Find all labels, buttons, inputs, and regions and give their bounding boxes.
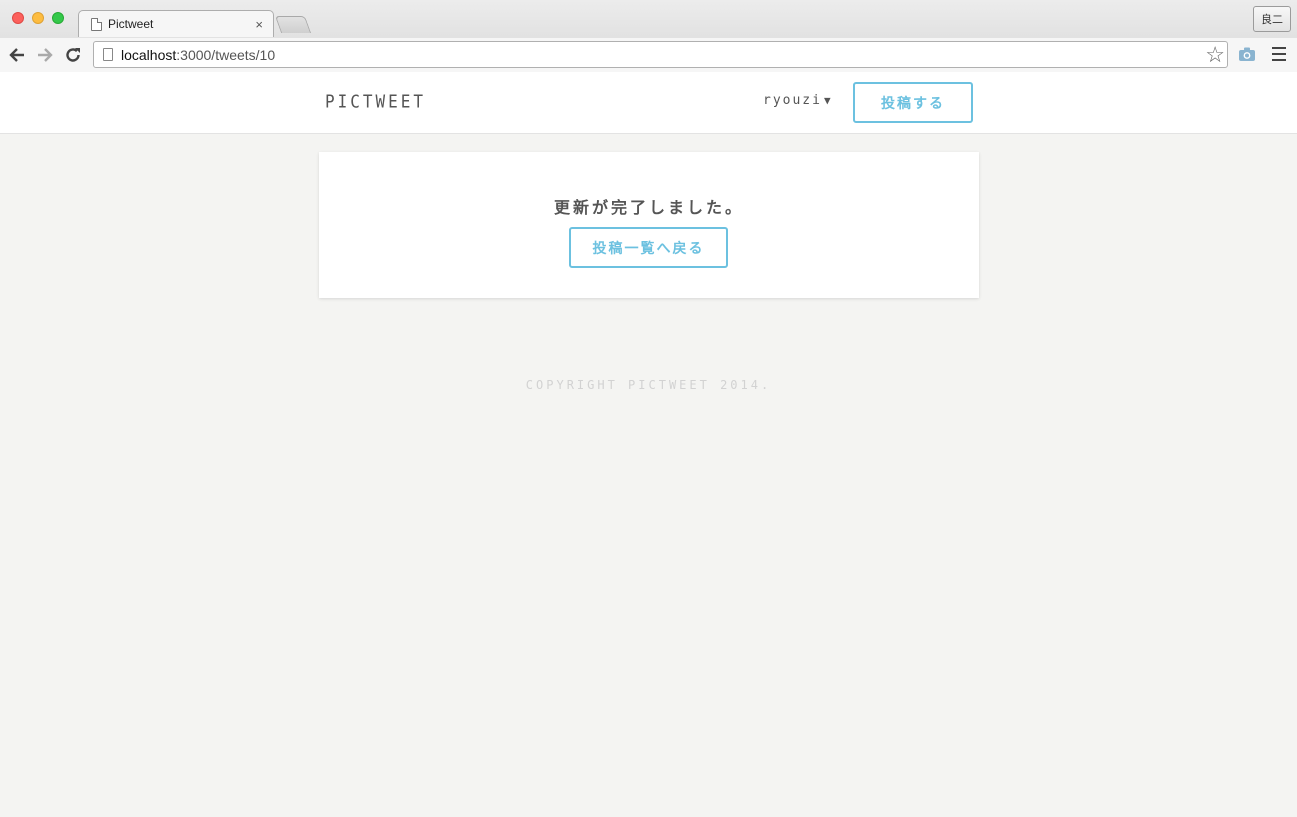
tab-title: Pictweet <box>108 17 154 31</box>
tab-close-icon[interactable]: × <box>255 17 263 32</box>
page-icon <box>103 48 113 61</box>
url-path: :3000/tweets/10 <box>176 46 276 63</box>
new-tab-button[interactable] <box>274 16 312 33</box>
url-host: localhost <box>121 46 177 63</box>
reload-icon[interactable] <box>62 44 84 66</box>
camera-icon[interactable] <box>1238 46 1256 62</box>
forward-arrow-icon[interactable] <box>34 44 56 66</box>
close-window-button[interactable] <box>12 12 24 24</box>
post-button[interactable]: 投稿する <box>853 82 973 123</box>
minimize-window-button[interactable] <box>32 12 44 24</box>
profile-button[interactable]: 良二 <box>1253 6 1291 32</box>
bookmark-star-icon[interactable]: ☆ <box>1205 43 1225 67</box>
user-menu[interactable]: ryouzi ▼ <box>763 93 833 108</box>
site-logo[interactable]: PICTWEET <box>325 91 426 112</box>
site-header: PICTWEET ryouzi ▼ 投稿する <box>0 72 1297 134</box>
back-to-list-button[interactable]: 投稿一覧へ戻る <box>569 227 728 268</box>
zoom-window-button[interactable] <box>52 12 64 24</box>
page-icon <box>91 17 102 31</box>
browser-chrome: Pictweet × 良二 localhost :3000/tweets/10 … <box>0 0 1297 72</box>
back-arrow-icon[interactable] <box>6 44 28 66</box>
update-complete-message: 更新が完了しました。 <box>553 200 744 217</box>
notice-card: 更新が完了しました。 投稿一覧へ戻る <box>319 152 979 298</box>
address-bar[interactable]: localhost :3000/tweets/10 ☆ <box>93 41 1228 68</box>
hamburger-menu-icon[interactable] <box>1272 47 1286 61</box>
window-controls <box>12 12 64 24</box>
caret-down-icon: ▼ <box>823 94 833 107</box>
browser-toolbar: localhost :3000/tweets/10 ☆ <box>0 38 1297 72</box>
user-name: ryouzi <box>763 93 822 108</box>
footer-copyright: COPYRIGHT PICTWEET 2014. <box>525 378 772 392</box>
browser-tab[interactable]: Pictweet × <box>78 10 274 37</box>
